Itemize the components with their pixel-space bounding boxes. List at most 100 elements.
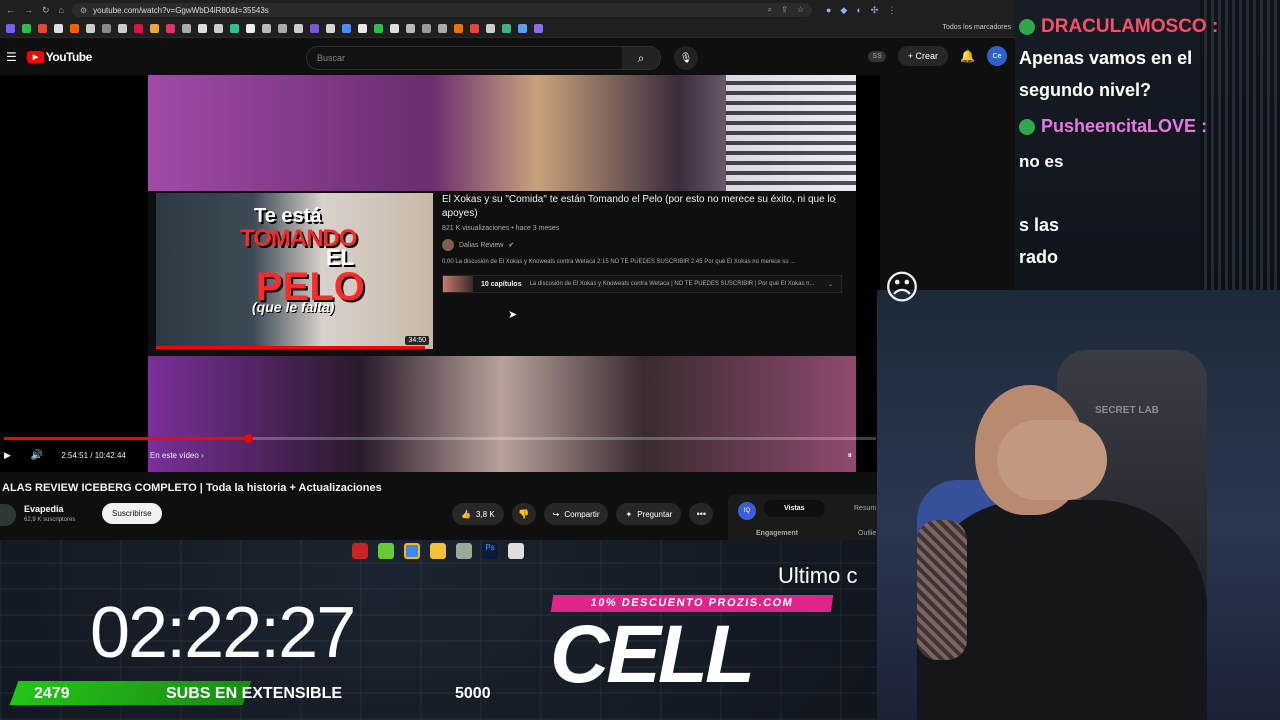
avatar[interactable]: Ce <box>987 46 1007 66</box>
app-icon[interactable] <box>352 543 368 559</box>
share-button[interactable]: ↪ Compartir <box>543 503 609 525</box>
bookmark-icon[interactable] <box>342 24 351 33</box>
bookmark-icon[interactable] <box>374 24 383 33</box>
star-icon[interactable]: ☆ <box>797 5 804 15</box>
zoom-icon[interactable]: ⌕ <box>768 5 772 15</box>
bookmark-icon[interactable] <box>486 24 495 33</box>
create-button[interactable]: + Crear <box>897 46 949 66</box>
card-channel-name[interactable]: Dalias Review <box>459 242 503 249</box>
bookmark-icon[interactable] <box>198 24 207 33</box>
back-icon[interactable]: ← <box>6 5 15 16</box>
like-button[interactable]: 👍 3,8 K <box>452 503 504 525</box>
chat-user: PusheencitaLOVE : <box>1019 116 1207 137</box>
bookmark-icon[interactable] <box>166 24 175 33</box>
bookmark-icon[interactable] <box>6 24 15 33</box>
outlier-label: Outlie <box>858 530 877 537</box>
more-options-icon[interactable]: ⋮ <box>830 194 840 205</box>
bookmark-icon[interactable] <box>294 24 303 33</box>
channel-avatar[interactable] <box>442 239 454 251</box>
bell-icon[interactable]: 🔔 <box>960 49 975 63</box>
bookmark-icon[interactable] <box>246 24 255 33</box>
bookmark-icon[interactable] <box>278 24 287 33</box>
subscribe-button[interactable]: Suscribirse <box>102 503 162 524</box>
bookmark-icon[interactable] <box>70 24 79 33</box>
badge-icon <box>1019 18 1035 35</box>
bookmark-icon[interactable] <box>102 24 111 33</box>
ask-button[interactable]: ✦ Preguntar <box>616 503 682 525</box>
bookmark-icon[interactable] <box>406 24 415 33</box>
video-player[interactable]: Te está TOMANDO EL PELO (que le falta) 3… <box>0 75 880 472</box>
puzzle-icon[interactable]: ✣ <box>871 5 879 16</box>
chapters-row[interactable]: 10 capítulos La discusión de El Xokas y … <box>442 275 842 293</box>
share-icon[interactable]: ⇪ <box>781 5 788 15</box>
photoshop-icon[interactable]: Ps <box>482 543 498 559</box>
site-info-icon[interactable]: ⚙ <box>80 6 87 15</box>
reload-icon[interactable]: ↻ <box>42 5 50 16</box>
card-channel[interactable]: Dalias Review ✔ <box>442 239 842 251</box>
menu-icon[interactable]: ⋮ <box>887 5 896 16</box>
all-bookmarks-link[interactable]: Todos los marcadores <box>943 24 1011 31</box>
extension-icon[interactable]: ◆ <box>840 5 847 16</box>
bookmark-icon[interactable] <box>518 24 527 33</box>
search-input[interactable]: Buscar <box>307 53 622 63</box>
window-blind <box>726 75 856 191</box>
pause-toggle-icon[interactable]: ⏸ <box>847 450 852 461</box>
tab-summary[interactable]: Resum <box>854 505 876 512</box>
channel-name[interactable]: Evapedia <box>24 504 64 514</box>
card-meta: 821 K visualizaciones • hace 3 meses <box>442 225 560 232</box>
chevron-down-icon[interactable]: ⌄ <box>828 281 833 288</box>
bookmark-icon[interactable] <box>262 24 271 33</box>
progress-knob[interactable] <box>244 434 254 443</box>
bookmark-icon[interactable] <box>454 24 463 33</box>
app-icon[interactable] <box>508 543 524 559</box>
video-thumbnail[interactable]: Te está TOMANDO EL PELO (que le falta) 3… <box>156 193 433 349</box>
bookmark-icon[interactable] <box>534 24 543 33</box>
youtube-logo[interactable]: ▶ YouTube <box>26 50 92 64</box>
address-bar[interactable]: ⚙ youtube.com/watch?v=GgwWbD4iR80&t=3554… <box>71 3 812 17</box>
bookmark-icon[interactable] <box>502 24 511 33</box>
progress-bar[interactable] <box>4 434 876 443</box>
in-this-video-button[interactable]: En este vídeo › <box>150 451 204 460</box>
mic-icon[interactable]: 🎙 <box>674 46 698 70</box>
bookmark-icon[interactable] <box>86 24 95 33</box>
dislike-button[interactable]: 👎 <box>511 503 536 525</box>
app-icon[interactable] <box>456 543 472 559</box>
home-icon[interactable]: ⌂ <box>59 5 64 16</box>
bookmark-icon[interactable] <box>326 24 335 33</box>
extension-icon[interactable]: ● <box>826 5 831 16</box>
bookmark-icon[interactable] <box>150 24 159 33</box>
chat-username: DRACULAMOSCO <box>1041 16 1207 37</box>
embedded-video-card[interactable]: Te está TOMANDO EL PELO (que le falta) 3… <box>148 191 856 356</box>
search-icon[interactable]: ⌕ <box>622 47 660 69</box>
app-icon[interactable] <box>378 543 394 559</box>
folder-icon[interactable] <box>430 543 446 559</box>
bookmark-icon[interactable] <box>230 24 239 33</box>
bookmark-icon[interactable] <box>438 24 447 33</box>
play-icon[interactable]: ▶ <box>4 450 11 461</box>
tab-views[interactable]: Vistas <box>764 500 825 517</box>
bookmark-icon[interactable] <box>470 24 479 33</box>
menu-icon[interactable]: ☰ <box>6 50 17 64</box>
bookmark-icon[interactable] <box>118 24 127 33</box>
bookmark-icon[interactable] <box>38 24 47 33</box>
more-actions-button[interactable]: ••• <box>689 503 714 525</box>
extension-icon[interactable]: ◐ <box>856 5 861 16</box>
bookmark-icon[interactable] <box>310 24 319 33</box>
bookmark-icon[interactable] <box>358 24 367 33</box>
bookmark-icon[interactable] <box>22 24 31 33</box>
subs-label: SUBS EN EXTENSIBLE <box>166 685 343 702</box>
bookmark-icon[interactable] <box>54 24 63 33</box>
account-pill[interactable]: SS <box>868 50 886 62</box>
bookmark-icon[interactable] <box>422 24 431 33</box>
volume-icon[interactable]: 🔊 <box>31 450 43 461</box>
bookmark-icon[interactable] <box>134 24 143 33</box>
vidiq-icon[interactable]: IQ <box>738 502 756 520</box>
forward-icon[interactable]: → <box>24 5 33 16</box>
chrome-icon[interactable] <box>404 543 420 559</box>
card-title[interactable]: El Xokas y su "Comida" te están Tomando … <box>442 193 842 221</box>
channel-avatar[interactable] <box>0 504 16 526</box>
youtube-play-icon: ▶ <box>26 51 44 63</box>
bookmark-icon[interactable] <box>390 24 399 33</box>
bookmark-icon[interactable] <box>182 24 191 33</box>
bookmark-icon[interactable] <box>214 24 223 33</box>
